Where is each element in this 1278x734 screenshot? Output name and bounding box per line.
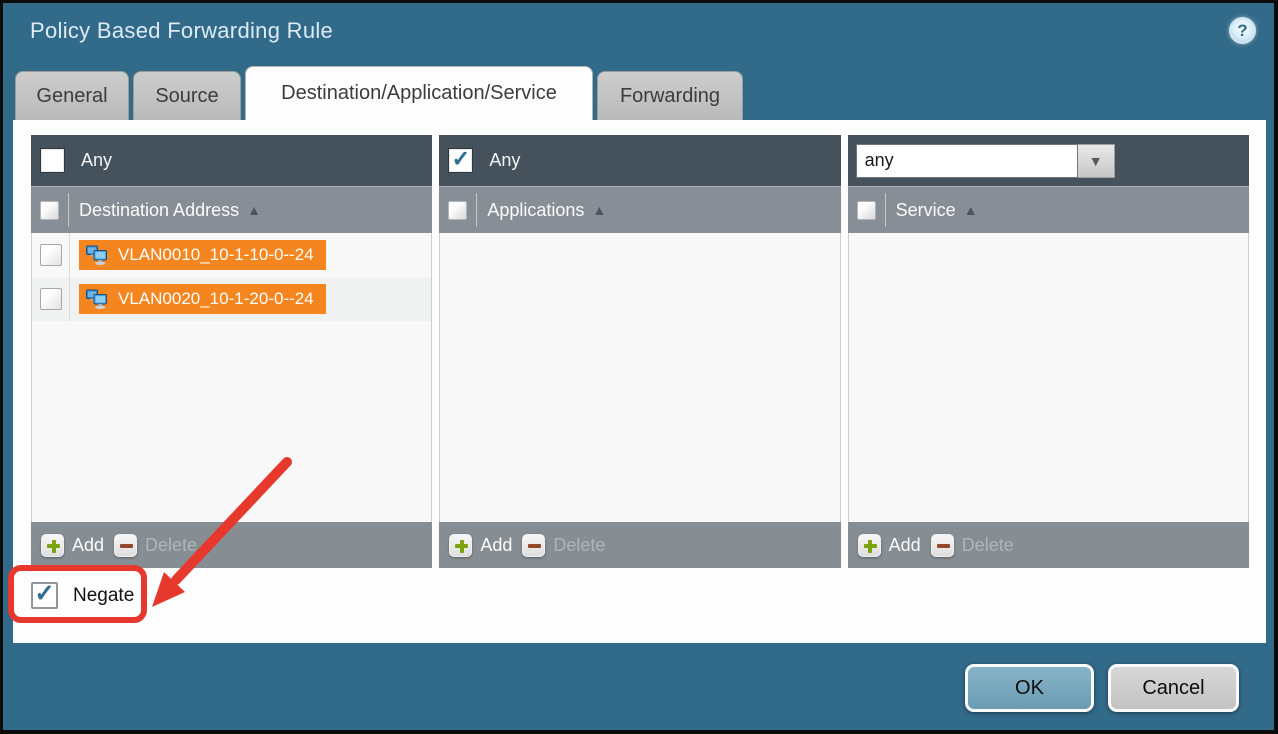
- chevron-down-icon[interactable]: ▼: [1078, 144, 1115, 178]
- service-footer-bar: Add Delete: [848, 522, 1249, 568]
- service-column: any ▼ Service ▲ Add: [848, 135, 1249, 568]
- applications-column-header[interactable]: Applications ▲: [439, 187, 840, 233]
- check-icon: ✓: [452, 148, 470, 170]
- delete-label: Delete: [553, 535, 605, 556]
- destination-footer-bar: Add Delete: [31, 522, 432, 568]
- applications-list: [439, 233, 840, 522]
- destination-address-column: Any Destination Address ▲: [31, 135, 432, 568]
- ok-button[interactable]: OK: [965, 664, 1094, 712]
- destination-any-checkbox[interactable]: [40, 148, 65, 173]
- add-label: Add: [480, 535, 512, 556]
- add-button[interactable]: Add: [449, 534, 512, 557]
- table-row[interactable]: VLAN0010_10-1-10-0--24: [32, 233, 431, 277]
- negate-label: Negate: [73, 585, 134, 607]
- applications-select-all-checkbox[interactable]: [448, 201, 467, 220]
- delete-icon: [522, 534, 545, 557]
- add-button[interactable]: Add: [858, 534, 921, 557]
- applications-any-checkbox[interactable]: ✓: [448, 148, 473, 173]
- sort-ascending-icon[interactable]: ▲: [592, 202, 606, 218]
- sort-ascending-icon[interactable]: ▲: [964, 202, 978, 218]
- row-checkbox-cell: [32, 277, 70, 321]
- destination-select-all-checkbox[interactable]: [40, 201, 59, 220]
- destination-column-header[interactable]: Destination Address ▲: [31, 187, 432, 233]
- negate-control: ✓ Negate: [31, 582, 134, 609]
- delete-button[interactable]: Delete: [931, 534, 1014, 557]
- service-any-bar: any ▼: [848, 135, 1249, 187]
- delete-button[interactable]: Delete: [114, 534, 197, 557]
- screenshot-root: Policy Based Forwarding Rule ? General S…: [0, 0, 1278, 734]
- applications-footer-bar: Add Delete: [439, 522, 840, 568]
- check-icon: ✓: [34, 582, 54, 606]
- table-row[interactable]: VLAN0020_10-1-20-0--24: [32, 277, 431, 321]
- cancel-button[interactable]: Cancel: [1108, 664, 1239, 712]
- header-separator: [885, 193, 886, 227]
- delete-icon: [931, 534, 954, 557]
- header-separator: [476, 193, 477, 227]
- dialog-title: Policy Based Forwarding Rule: [30, 18, 333, 44]
- applications-header-label: Applications: [487, 200, 584, 221]
- service-dropdown-value[interactable]: any: [856, 144, 1078, 178]
- tab-bar: General Source Destination/Application/S…: [15, 67, 743, 120]
- add-label: Add: [889, 535, 921, 556]
- service-list: [848, 233, 1249, 522]
- destination-header-label: Destination Address: [79, 200, 239, 221]
- tab-forwarding[interactable]: Forwarding: [597, 71, 743, 120]
- add-icon: [449, 534, 472, 557]
- network-icon: [85, 245, 109, 266]
- tab-general[interactable]: General: [15, 71, 129, 120]
- service-header-label: Service: [896, 200, 956, 221]
- destination-list: VLAN0010_10-1-10-0--24: [31, 233, 432, 522]
- row-checkbox[interactable]: [40, 244, 62, 266]
- add-icon: [858, 534, 881, 557]
- address-object-label: VLAN0020_10-1-20-0--24: [118, 289, 314, 309]
- delete-button[interactable]: Delete: [522, 534, 605, 557]
- applications-any-label: Any: [489, 150, 520, 171]
- service-dropdown[interactable]: any ▼: [856, 144, 1115, 178]
- delete-label: Delete: [145, 535, 197, 556]
- destination-any-bar: Any: [31, 135, 432, 187]
- negate-checkbox[interactable]: ✓: [31, 582, 58, 609]
- selector-columns: Any Destination Address ▲: [31, 135, 1249, 568]
- address-object-chip[interactable]: VLAN0010_10-1-10-0--24: [79, 240, 326, 270]
- sort-ascending-icon[interactable]: ▲: [247, 202, 261, 218]
- service-column-header[interactable]: Service ▲: [848, 187, 1249, 233]
- add-button[interactable]: Add: [41, 534, 104, 557]
- pbf-rule-dialog: Policy Based Forwarding Rule ? General S…: [3, 3, 1274, 730]
- delete-label: Delete: [962, 535, 1014, 556]
- row-checkbox[interactable]: [40, 288, 62, 310]
- applications-any-bar: ✓ Any: [439, 135, 840, 187]
- row-checkbox-cell: [32, 233, 70, 277]
- tab-content-panel: Any Destination Address ▲: [13, 120, 1266, 643]
- tab-destination-application-service[interactable]: Destination/Application/Service: [245, 66, 593, 120]
- address-object-chip[interactable]: VLAN0020_10-1-20-0--24: [79, 284, 326, 314]
- help-icon[interactable]: ?: [1229, 17, 1256, 44]
- service-select-all-checkbox[interactable]: [857, 201, 876, 220]
- network-icon: [85, 289, 109, 310]
- tab-source[interactable]: Source: [133, 71, 241, 120]
- add-label: Add: [72, 535, 104, 556]
- applications-column: ✓ Any Applications ▲ Add: [439, 135, 840, 568]
- delete-icon: [114, 534, 137, 557]
- destination-any-label: Any: [81, 150, 112, 171]
- header-separator: [68, 193, 69, 227]
- address-object-label: VLAN0010_10-1-10-0--24: [118, 245, 314, 265]
- add-icon: [41, 534, 64, 557]
